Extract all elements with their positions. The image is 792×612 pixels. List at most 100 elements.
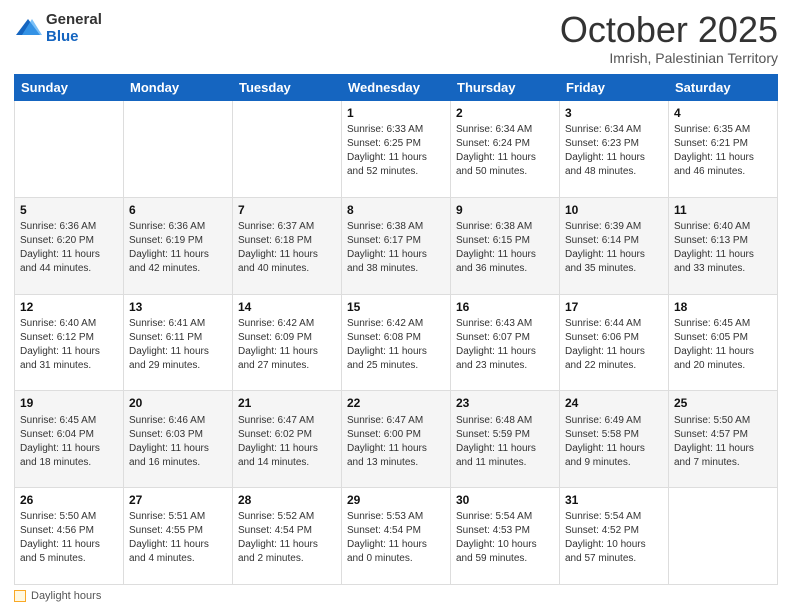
day-number: 2 <box>456 105 554 121</box>
calendar-cell: 23Sunrise: 6:48 AM Sunset: 5:59 PM Dayli… <box>451 391 560 488</box>
calendar-cell: 12 Sunrise: 6:40 AM Sunset: 6:12 PM Dayli… <box>15 294 124 391</box>
calendar-cell: 21Sunrise: 6:47 AM Sunset: 6:02 PM Dayli… <box>233 391 342 488</box>
calendar-cell: 19 Sunrise: 6:45 AM Sunset: 6:04 PM Dayli… <box>15 391 124 488</box>
day-info: Sunrise: 6:36 AM Sunset: 6:20 PM Dayligh… <box>20 220 118 276</box>
day-info: Sunrise: 6:34 AM Sunset: 6:23 PM Dayligh… <box>565 123 663 179</box>
day-number: 8 <box>347 202 445 218</box>
calendar-cell <box>669 488 778 585</box>
col-wednesday: Wednesday <box>342 75 451 101</box>
day-number: 18 <box>674 299 772 315</box>
calendar-week-row: 5 Sunrise: 6:36 AM Sunset: 6:20 PM Daylig… <box>15 197 778 294</box>
day-info: Sunrise: 6:36 AM Sunset: 6:19 PM Dayligh… <box>129 220 227 276</box>
day-info: Sunrise: 6:41 AM Sunset: 6:11 PM Dayligh… <box>129 317 227 373</box>
day-info: Sunrise: 6:34 AM Sunset: 6:24 PM Dayligh… <box>456 123 554 179</box>
col-sunday: Sunday <box>15 75 124 101</box>
day-number: 11 <box>674 202 772 218</box>
calendar-cell: 5 Sunrise: 6:36 AM Sunset: 6:20 PM Daylig… <box>15 197 124 294</box>
calendar-cell: 3 Sunrise: 6:34 AM Sunset: 6:23 PM Daylig… <box>560 101 669 198</box>
calendar-cell: 14Sunrise: 6:42 AM Sunset: 6:09 PM Dayli… <box>233 294 342 391</box>
daylight-color-box <box>14 590 26 602</box>
day-number: 1 <box>347 105 445 121</box>
day-number: 17 <box>565 299 663 315</box>
calendar-body: 1 Sunrise: 6:33 AM Sunset: 6:25 PM Daylig… <box>15 101 778 585</box>
col-thursday: Thursday <box>451 75 560 101</box>
calendar-cell: 8 Sunrise: 6:38 AM Sunset: 6:17 PM Daylig… <box>342 197 451 294</box>
col-saturday: Saturday <box>669 75 778 101</box>
day-info: Sunrise: 6:38 AM Sunset: 6:17 PM Dayligh… <box>347 220 445 276</box>
calendar-cell: 7 Sunrise: 6:37 AM Sunset: 6:18 PM Daylig… <box>233 197 342 294</box>
calendar-cell: 31 Sunrise: 5:54 AM Sunset: 4:52 PM Dayli… <box>560 488 669 585</box>
header-row: Sunday Monday Tuesday Wednesday Thursday… <box>15 75 778 101</box>
day-info: Sunrise: 6:45 AM Sunset: 6:05 PM Dayligh… <box>674 317 772 373</box>
day-number: 24 <box>565 395 663 411</box>
logo-general: General <box>46 12 102 29</box>
calendar-cell: 20 Sunrise: 6:46 AM Sunset: 6:03 PM Dayli… <box>124 391 233 488</box>
logo-blue: Blue <box>46 29 102 46</box>
day-number: 7 <box>238 202 336 218</box>
daylight-legend: Daylight hours <box>14 590 101 602</box>
calendar-cell: 25Sunrise: 5:50 AM Sunset: 4:57 PM Dayli… <box>669 391 778 488</box>
day-info: Sunrise: 6:42 AM Sunset: 6:09 PM Dayligh… <box>238 317 336 373</box>
day-number: 28 <box>238 492 336 508</box>
day-info: Sunrise: 6:49 AM Sunset: 5:58 PM Dayligh… <box>565 414 663 470</box>
day-info: Sunrise: 6:38 AM Sunset: 6:15 PM Dayligh… <box>456 220 554 276</box>
day-number: 12 <box>20 299 118 315</box>
calendar-cell <box>233 101 342 198</box>
calendar-cell: 28 Sunrise: 5:52 AM Sunset: 4:54 PM Dayli… <box>233 488 342 585</box>
header-right: October 2025 Imrish, Palestinian Territo… <box>560 12 778 66</box>
day-number: 25 <box>674 395 772 411</box>
calendar-cell: 13Sunrise: 6:41 AM Sunset: 6:11 PM Dayli… <box>124 294 233 391</box>
day-info: Sunrise: 6:42 AM Sunset: 6:08 PM Dayligh… <box>347 317 445 373</box>
day-number: 4 <box>674 105 772 121</box>
day-info: Sunrise: 6:48 AM Sunset: 5:59 PM Dayligh… <box>456 414 554 470</box>
day-info: Sunrise: 5:52 AM Sunset: 4:54 PM Dayligh… <box>238 510 336 566</box>
day-number: 5 <box>20 202 118 218</box>
day-info: Sunrise: 6:47 AM Sunset: 6:00 PM Dayligh… <box>347 414 445 470</box>
calendar-cell: 10Sunrise: 6:39 AM Sunset: 6:14 PM Dayli… <box>560 197 669 294</box>
calendar-cell: 4 Sunrise: 6:35 AM Sunset: 6:21 PM Daylig… <box>669 101 778 198</box>
day-info: Sunrise: 5:50 AM Sunset: 4:56 PM Dayligh… <box>20 510 118 566</box>
top-section: General Blue October 2025 Imrish, Palest… <box>14 12 778 66</box>
day-info: Sunrise: 6:40 AM Sunset: 6:12 PM Dayligh… <box>20 317 118 373</box>
calendar-week-row: 26Sunrise: 5:50 AM Sunset: 4:56 PM Dayli… <box>15 488 778 585</box>
page: General Blue October 2025 Imrish, Palest… <box>0 0 792 612</box>
day-number: 21 <box>238 395 336 411</box>
day-info: Sunrise: 5:53 AM Sunset: 4:54 PM Dayligh… <box>347 510 445 566</box>
day-info: Sunrise: 5:51 AM Sunset: 4:55 PM Dayligh… <box>129 510 227 566</box>
calendar-cell: 9Sunrise: 6:38 AM Sunset: 6:15 PM Daylig… <box>451 197 560 294</box>
calendar-cell: 15 Sunrise: 6:42 AM Sunset: 6:08 PM Dayli… <box>342 294 451 391</box>
day-info: Sunrise: 6:39 AM Sunset: 6:14 PM Dayligh… <box>565 220 663 276</box>
calendar-cell: 6 Sunrise: 6:36 AM Sunset: 6:19 PM Daylig… <box>124 197 233 294</box>
day-number: 16 <box>456 299 554 315</box>
daylight-label: Daylight hours <box>31 590 101 602</box>
calendar-week-row: 12 Sunrise: 6:40 AM Sunset: 6:12 PM Dayli… <box>15 294 778 391</box>
footer: Daylight hours <box>14 590 778 602</box>
calendar-week-row: 19 Sunrise: 6:45 AM Sunset: 6:04 PM Dayli… <box>15 391 778 488</box>
calendar-cell: 26Sunrise: 5:50 AM Sunset: 4:56 PM Dayli… <box>15 488 124 585</box>
month-title: October 2025 <box>560 12 778 48</box>
calendar-cell: 22Sunrise: 6:47 AM Sunset: 6:00 PM Dayli… <box>342 391 451 488</box>
day-number: 27 <box>129 492 227 508</box>
day-number: 6 <box>129 202 227 218</box>
day-info: Sunrise: 6:33 AM Sunset: 6:25 PM Dayligh… <box>347 123 445 179</box>
day-info: Sunrise: 5:54 AM Sunset: 4:52 PM Dayligh… <box>565 510 663 566</box>
calendar-cell: 1 Sunrise: 6:33 AM Sunset: 6:25 PM Daylig… <box>342 101 451 198</box>
calendar-cell: 24 Sunrise: 6:49 AM Sunset: 5:58 PM Dayli… <box>560 391 669 488</box>
calendar-cell: 30Sunrise: 5:54 AM Sunset: 4:53 PM Dayli… <box>451 488 560 585</box>
day-info: Sunrise: 6:45 AM Sunset: 6:04 PM Dayligh… <box>20 414 118 470</box>
calendar-cell: 2 Sunrise: 6:34 AM Sunset: 6:24 PM Daylig… <box>451 101 560 198</box>
day-number: 3 <box>565 105 663 121</box>
day-number: 19 <box>20 395 118 411</box>
day-info: Sunrise: 6:43 AM Sunset: 6:07 PM Dayligh… <box>456 317 554 373</box>
day-number: 20 <box>129 395 227 411</box>
calendar-cell: 17Sunrise: 6:44 AM Sunset: 6:06 PM Dayli… <box>560 294 669 391</box>
col-friday: Friday <box>560 75 669 101</box>
day-info: Sunrise: 6:46 AM Sunset: 6:03 PM Dayligh… <box>129 414 227 470</box>
calendar-cell: 29Sunrise: 5:53 AM Sunset: 4:54 PM Dayli… <box>342 488 451 585</box>
day-info: Sunrise: 6:37 AM Sunset: 6:18 PM Dayligh… <box>238 220 336 276</box>
day-number: 15 <box>347 299 445 315</box>
day-info: Sunrise: 6:35 AM Sunset: 6:21 PM Dayligh… <box>674 123 772 179</box>
col-monday: Monday <box>124 75 233 101</box>
day-number: 31 <box>565 492 663 508</box>
calendar-cell: 16 Sunrise: 6:43 AM Sunset: 6:07 PM Dayli… <box>451 294 560 391</box>
